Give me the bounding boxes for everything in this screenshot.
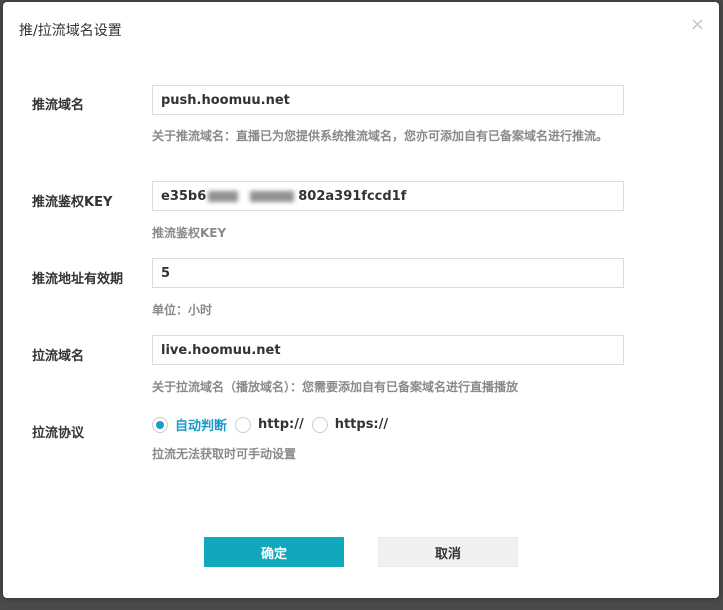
pull-domain-value: live.hoomuu.net: [161, 342, 281, 358]
redacted-block: [250, 190, 295, 202]
radio-http[interactable]: http://: [235, 416, 304, 433]
radio-https-label: https://: [334, 417, 389, 432]
close-icon[interactable]: ×: [690, 16, 705, 34]
pull-domain-hint: 关于拉流域名（播放域名）：您需要添加自有已备案域名进行直播播放: [152, 380, 519, 394]
pull-protocol-radio-group: 自动判断 http:// https://: [152, 415, 396, 434]
radio-circle-checked: [152, 416, 168, 433]
radio-circle: [311, 416, 328, 433]
push-validity-value: 5: [161, 265, 171, 281]
push-key-value-prefix: e35b6: [161, 188, 207, 204]
push-key-label: 推流鉴权KEY: [32, 195, 113, 210]
push-validity-label: 推流地址有效期: [32, 272, 124, 287]
push-domain-value: push.hoomuu.net: [161, 92, 290, 108]
push-validity-input[interactable]: 5: [152, 258, 624, 288]
radio-https[interactable]: https://: [311, 416, 389, 433]
pull-protocol-hint: 拉流无法获取时可手动设置: [152, 447, 297, 461]
pull-protocol-label: 拉流协议: [32, 426, 85, 441]
radio-circle: [235, 416, 252, 433]
radio-http-label: http://: [258, 417, 304, 432]
push-domain-label: 推流域名: [32, 98, 85, 113]
domain-settings-dialog: 推/拉流域名设置 × 推流域名 push.hoomuu.net 关于推流域名：直…: [3, 2, 719, 598]
dialog-title: 推/拉流域名设置: [19, 23, 122, 39]
pull-domain-input[interactable]: live.hoomuu.net: [152, 335, 624, 365]
redacted-block: [208, 190, 239, 202]
push-key-hint: 推流鉴权KEY: [152, 226, 227, 240]
cancel-button[interactable]: 取消: [378, 537, 518, 567]
radio-auto-label: 自动判断: [175, 419, 228, 434]
push-key-input[interactable]: e35b6 802a391fccd1f: [152, 181, 624, 211]
push-validity-hint: 单位：小时: [152, 303, 213, 317]
radio-auto[interactable]: 自动判断: [152, 415, 227, 434]
push-domain-input[interactable]: push.hoomuu.net: [152, 85, 624, 115]
pull-domain-label: 拉流域名: [32, 349, 85, 364]
push-key-value-suffix: 802a391fccd1f: [298, 188, 407, 204]
ok-button[interactable]: 确定: [204, 537, 344, 567]
push-domain-hint: 关于推流域名：直播已为您提供系统推流域名，您亦可添加自有已备案域名进行推流。: [152, 129, 609, 143]
